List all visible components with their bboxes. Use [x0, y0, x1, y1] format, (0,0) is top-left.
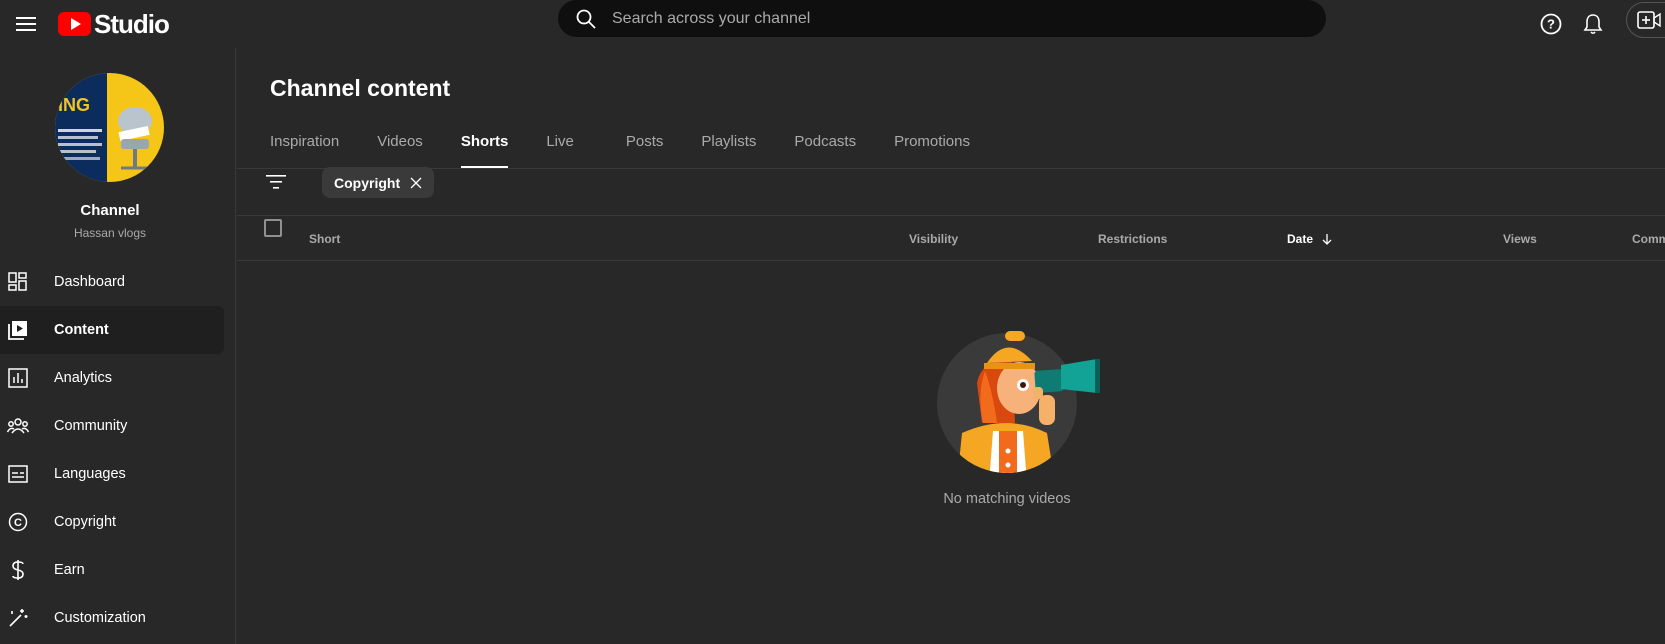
earn-icon [6, 558, 30, 582]
channel-name: Hassan vlogs [73, 226, 147, 240]
sidebar-item-customization[interactable]: Customization [0, 594, 224, 642]
column-views[interactable]: Views [1503, 232, 1537, 246]
sidebar: ING Channel Hassan vlogs Dashboard Conte… [0, 48, 236, 644]
sidebar-item-analytics[interactable]: Analytics [0, 354, 224, 402]
sidebar-item-community[interactable]: Community [0, 402, 224, 450]
channel-avatar[interactable]: ING [55, 73, 164, 182]
main-content: Channel content Inspiration Videos Short… [237, 48, 1665, 644]
column-comments[interactable]: Comm [1632, 232, 1665, 246]
sidebar-item-label: Content [54, 322, 109, 338]
community-icon [6, 414, 30, 438]
channel-label: Channel [80, 202, 140, 219]
top-bar: Studio ? [0, 0, 1665, 48]
page-title: Channel content [270, 75, 451, 101]
tab-videos[interactable]: Videos [377, 126, 423, 170]
dashboard-icon [6, 270, 30, 294]
magic-wand-icon [6, 606, 30, 630]
table-header: Short Visibility Restrictions Date Views… [237, 216, 1665, 260]
close-icon[interactable] [410, 177, 422, 189]
sidebar-item-label: Copyright [54, 514, 117, 530]
column-short[interactable]: Short [309, 232, 340, 246]
sidebar-item-languages[interactable]: Languages [0, 450, 224, 498]
sidebar-nav: Dashboard Content Analytics Community La… [0, 258, 236, 642]
content-tabs: Inspiration Videos Shorts Live Posts Pla… [270, 126, 970, 170]
notifications-bell-icon[interactable] [1575, 6, 1611, 42]
column-visibility[interactable]: Visibility [909, 232, 958, 246]
sidebar-item-copyright[interactable]: C Copyright [0, 498, 224, 546]
sidebar-item-label: Community [54, 418, 128, 434]
tab-playlists[interactable]: Playlists [701, 126, 756, 170]
create-button[interactable] [1626, 2, 1665, 38]
svg-text:C: C [14, 517, 22, 529]
sidebar-item-label: Customization [54, 610, 146, 626]
search-icon [574, 7, 598, 31]
sidebar-item-label: Analytics [54, 370, 113, 386]
sidebar-item-earn[interactable]: Earn [0, 546, 224, 594]
tab-promotions[interactable]: Promotions [894, 126, 970, 170]
header-divider [237, 260, 1665, 261]
help-icon[interactable]: ? [1533, 6, 1569, 42]
empty-state-illustration [937, 323, 1112, 483]
sidebar-item-label: Dashboard [54, 274, 125, 290]
svg-text:ING: ING [58, 95, 90, 115]
svg-text:?: ? [1547, 17, 1555, 32]
analytics-icon [6, 366, 30, 390]
sort-down-arrow-icon [1322, 234, 1332, 245]
tabs-divider [237, 168, 1665, 169]
column-date-label: Date [1287, 232, 1314, 246]
studio-logo[interactable]: Studio [58, 6, 170, 42]
content-icon [6, 318, 30, 342]
sidebar-item-label: Earn [54, 562, 85, 578]
tab-shorts[interactable]: Shorts [460, 126, 508, 170]
logo-text: Studio [94, 8, 170, 39]
sidebar-item-content[interactable]: Content [0, 306, 224, 354]
column-restrictions[interactable]: Restrictions [1098, 232, 1167, 246]
column-date[interactable]: Date [1287, 232, 1333, 246]
sidebar-item-dashboard[interactable]: Dashboard [0, 258, 224, 306]
create-video-icon [1637, 11, 1661, 29]
menu-icon[interactable] [8, 6, 44, 42]
sidebar-item-label: Languages [54, 466, 126, 482]
languages-icon [6, 462, 30, 486]
tab-podcasts[interactable]: Podcasts [794, 126, 856, 170]
empty-state-message: No matching videos [943, 491, 1071, 507]
search-input[interactable] [612, 9, 1252, 28]
tab-live[interactable]: Live [546, 126, 574, 170]
youtube-logo-icon [58, 12, 91, 36]
tab-inspiration[interactable]: Inspiration [270, 126, 339, 170]
filter-chip-label: Copyright [334, 174, 401, 191]
copyright-icon: C [6, 510, 30, 534]
filter-chip-copyright[interactable]: Copyright [322, 167, 435, 198]
tab-posts[interactable]: Posts [626, 126, 664, 170]
filter-icon[interactable] [264, 170, 288, 194]
search-bar[interactable] [558, 0, 1326, 37]
